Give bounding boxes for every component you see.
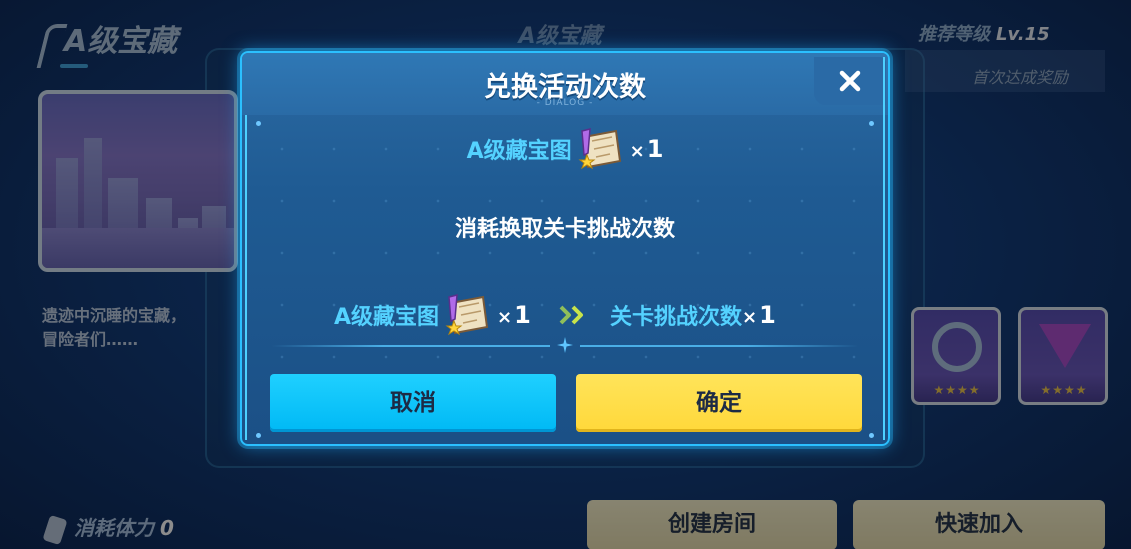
divider-left (272, 345, 550, 347)
triangle-emblem-icon (1039, 324, 1091, 368)
divider-right (580, 345, 858, 347)
cancel-button[interactable]: 取消 (270, 374, 556, 432)
treasure-stage-image (38, 90, 238, 272)
phone-icon (42, 514, 68, 545)
dialog-title: 兑换活动次数 (484, 72, 646, 103)
close-icon (839, 70, 861, 92)
cost-item-name: A级藏宝图 (466, 139, 572, 164)
quick-join-button[interactable]: 快速加入 (853, 500, 1105, 549)
recommended-level: 推荐等级 Lv.15 (918, 24, 1050, 45)
exchange-from: A级藏宝图 ×1 (334, 294, 531, 336)
treasure-map-icon (578, 128, 621, 170)
exchange-row: A级藏宝图 ×1 关卡挑战次数 ×1 (242, 294, 888, 336)
dialog-subtitle: - DIALOG - (536, 98, 594, 108)
cost-row: A级藏宝图 ×1 (242, 128, 888, 170)
double-chevron-right-icon (559, 305, 583, 325)
close-button[interactable] (814, 57, 886, 105)
stamina-cost: 消耗体力 0 (42, 513, 216, 545)
create-room-button[interactable]: 创建房间 (587, 500, 837, 549)
gear-ring-icon (932, 322, 982, 372)
panel-title: A级宝藏 (518, 24, 602, 49)
exchange-dialog: 兑换活动次数 - DIALOG - A级藏宝图 ×1 消耗换取关卡挑战次数 A级… (240, 51, 890, 446)
reward-item-card[interactable]: ★★★★ (1018, 307, 1108, 405)
exchange-from-quantity: ×1 (497, 301, 531, 329)
exchange-to-quantity: ×1 (742, 301, 776, 329)
rarity-stars: ★★★★ (933, 383, 981, 397)
title-underline (60, 64, 88, 68)
page-title: A级宝藏 (38, 18, 198, 66)
confirm-button[interactable]: 确定 (576, 374, 862, 432)
exchange-to: 关卡挑战次数 ×1 (610, 295, 776, 335)
exchange-to-name: 关卡挑战次数 (610, 305, 743, 330)
stage-description: 遗迹中沉睡的宝藏， 冒险者们…… (42, 306, 187, 349)
reward-item-card[interactable]: ★★★★ (911, 307, 1001, 405)
treasure-map-icon (445, 294, 489, 336)
first-clear-reward-label: 首次达成奖励 (972, 68, 1069, 87)
exchange-from-name: A级藏宝图 (334, 305, 440, 330)
cost-quantity: ×1 (629, 135, 664, 163)
dialog-description: 消耗换取关卡挑战次数 (454, 217, 675, 242)
rarity-stars: ★★★★ (1040, 383, 1088, 397)
sparkle-icon (557, 337, 573, 353)
